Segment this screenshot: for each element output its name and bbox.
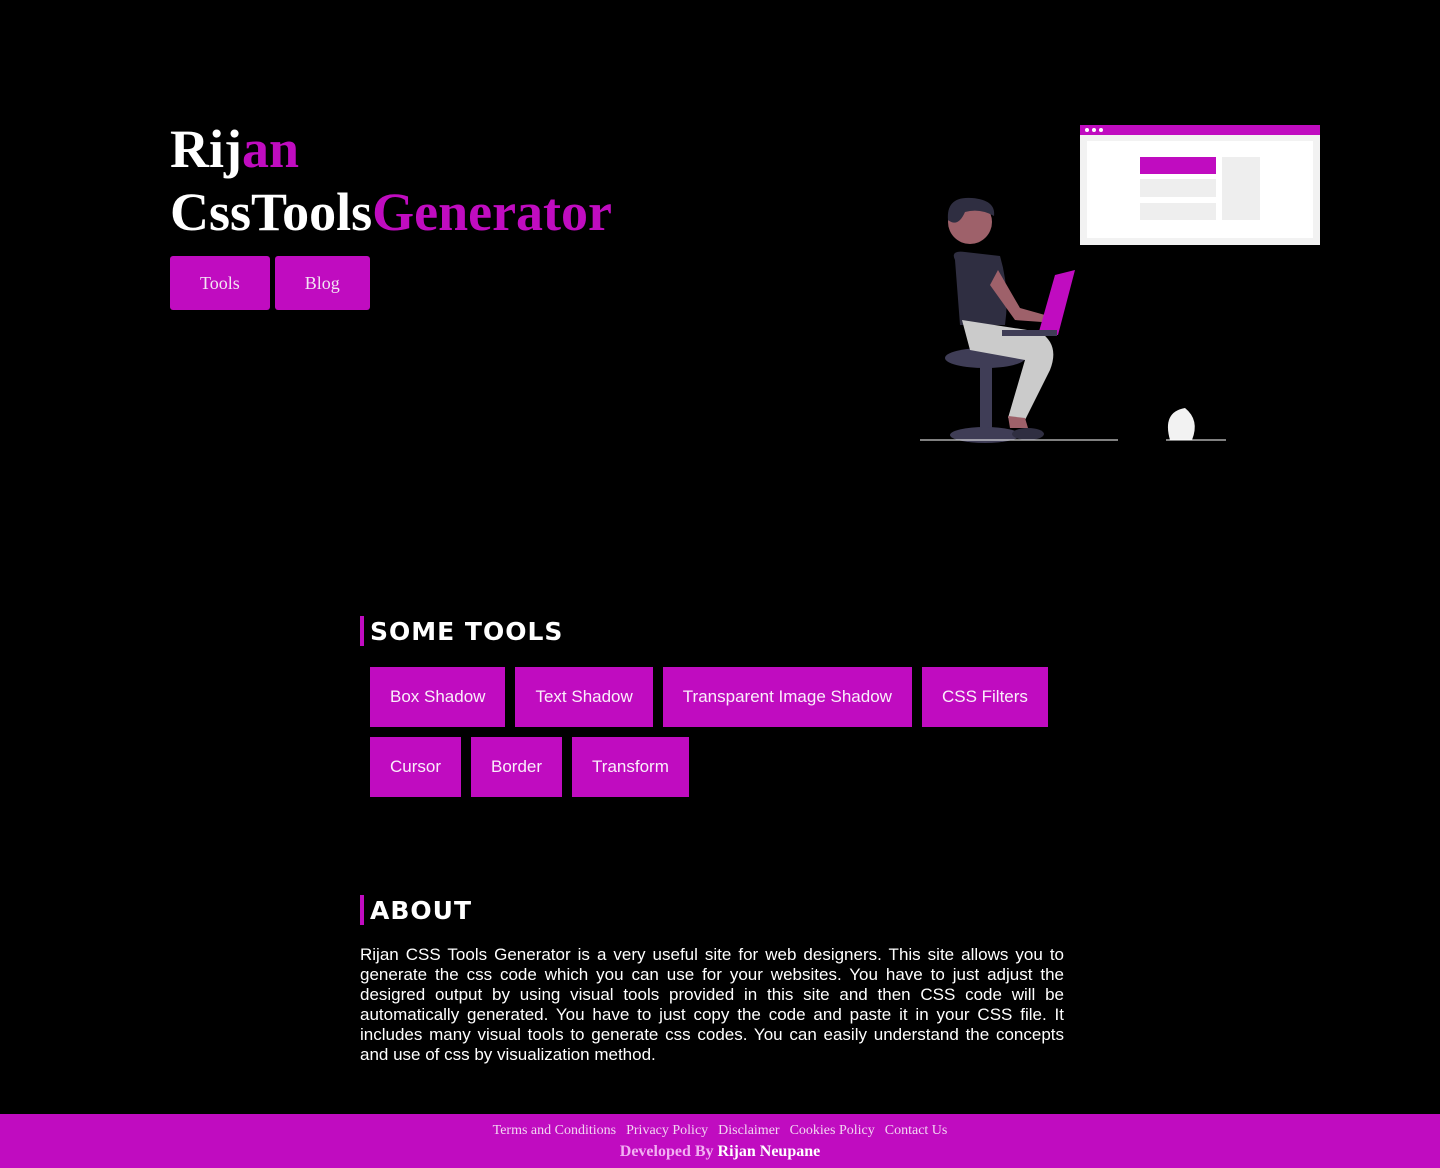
footer-link-terms[interactable]: Terms and Conditions [493, 1123, 616, 1139]
footer-links: Terms and Conditions Privacy Policy Disc… [0, 1114, 1440, 1139]
title-rij: Rij [170, 119, 242, 179]
title-generator: Generator [372, 182, 612, 242]
nav-blog-button[interactable]: Blog [274, 256, 370, 310]
footer-link-cookies[interactable]: Cookies Policy [790, 1123, 875, 1139]
tool-box-shadow-button[interactable]: Box Shadow [370, 667, 506, 727]
footer-credit: Developed By Rijan Neupane [0, 1143, 1440, 1161]
footer-link-contact[interactable]: Contact Us [885, 1123, 948, 1139]
hero: Rijan CssToolsGenerator Tools Blog [170, 118, 650, 310]
footer: Terms and Conditions Privacy Policy Disc… [0, 1114, 1440, 1168]
tool-css-filters-button[interactable]: CSS Filters [921, 667, 1048, 727]
title-csstools: CssTools [170, 182, 373, 242]
section-accent-bar [360, 895, 364, 925]
site-title: Rijan CssToolsGenerator [170, 118, 650, 244]
person-laptop-illustration [920, 125, 1320, 443]
tool-text-shadow-button[interactable]: Text Shadow [515, 667, 653, 727]
tool-cursor-button[interactable]: Cursor [370, 737, 462, 797]
footer-link-privacy[interactable]: Privacy Policy [626, 1123, 708, 1139]
title-an: an [241, 119, 300, 179]
tool-transparent-image-shadow-button[interactable]: Transparent Image Shadow [662, 667, 912, 727]
section-accent-bar [360, 616, 364, 646]
tools-section: SOME TOOLS [360, 616, 1070, 646]
credit-author-link[interactable]: Rijan Neupane [718, 1143, 821, 1160]
about-heading: ABOUT [370, 895, 473, 925]
tool-transform-button[interactable]: Transform [572, 737, 689, 797]
tools-grid: Box Shadow Text Shadow Transparent Image… [370, 667, 1070, 797]
footer-link-disclaimer[interactable]: Disclaimer [718, 1123, 779, 1139]
tool-border-button[interactable]: Border [471, 737, 563, 797]
about-paragraph: Rijan CSS Tools Generator is a very usef… [360, 945, 1064, 1064]
tools-heading: SOME TOOLS [370, 616, 564, 646]
credit-prefix: Developed By [619, 1143, 714, 1160]
about-section: ABOUT [360, 895, 1070, 925]
main-nav: Tools Blog [170, 256, 650, 310]
nav-tools-button[interactable]: Tools [170, 256, 270, 310]
